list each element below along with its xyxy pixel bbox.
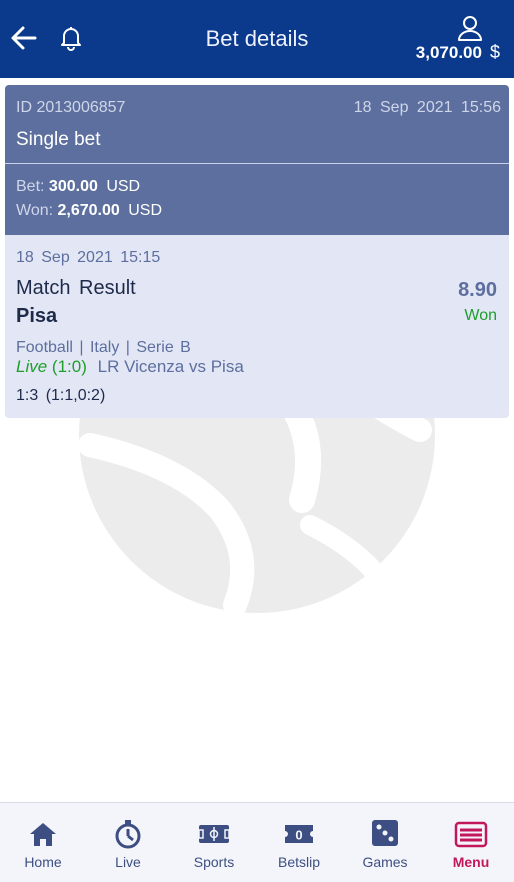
event-details: 18 Sep 2021 15:15 Match Result Pisa 8.90… bbox=[5, 235, 509, 418]
nav-home[interactable]: Home bbox=[0, 803, 86, 882]
betslip-count: 0 bbox=[295, 828, 302, 843]
match-name: LR Vicenza vs Pisa bbox=[97, 357, 244, 376]
live-label: Live bbox=[16, 357, 48, 376]
bet-type: Single bet bbox=[16, 129, 101, 150]
nav-games[interactable]: Games bbox=[342, 803, 428, 882]
event-path: Football | Italy | Serie B bbox=[16, 339, 191, 356]
won-amount: 2,670.00 bbox=[57, 202, 120, 219]
nav-sports[interactable]: Sports bbox=[171, 803, 257, 882]
bet-card: ID 2013006857 18 Sep 2021 15:56 Single b… bbox=[5, 85, 509, 418]
bet-label: Bet: bbox=[16, 178, 45, 195]
bet-header: ID 2013006857 18 Sep 2021 15:56 Single b… bbox=[5, 85, 509, 163]
top-bar: Bet details 3,070.00 $ bbox=[0, 0, 514, 78]
bottom-nav: Home Live Sports 0 Betslip Games Menu bbox=[0, 802, 514, 882]
user-icon[interactable] bbox=[456, 14, 484, 42]
bet-stake-row: Bet: 300.00 USD bbox=[16, 178, 140, 196]
won-label: Won: bbox=[16, 202, 54, 219]
home-icon bbox=[30, 823, 56, 846]
final-score: 1:3 (1:1,0:2) bbox=[16, 387, 106, 404]
dice-icon bbox=[372, 820, 398, 846]
nav-menu[interactable]: Menu bbox=[428, 803, 514, 882]
market-name: Match Result bbox=[16, 277, 136, 299]
stopwatch-icon bbox=[115, 820, 141, 849]
bet-amount: 300.00 bbox=[48, 178, 98, 195]
bet-won-row: Won: 2,670.00 USD bbox=[16, 202, 162, 220]
nav-home-label: Home bbox=[24, 854, 62, 870]
event-datetime: 18 Sep 2021 15:15 bbox=[16, 249, 161, 266]
ticket-icon: 0 bbox=[285, 825, 313, 843]
nav-games-label: Games bbox=[362, 854, 408, 870]
nav-sports-label: Sports bbox=[193, 854, 235, 870]
account-balance[interactable]: 3,070.00 $ bbox=[416, 42, 500, 63]
bet-amounts: Bet: 300.00 USD Won: 2,670.00 USD bbox=[5, 164, 509, 235]
nav-live[interactable]: Live bbox=[85, 803, 171, 882]
won-currency: USD bbox=[128, 202, 163, 219]
bet-id: ID 2013006857 bbox=[16, 99, 126, 116]
status-badge: Won bbox=[464, 307, 497, 324]
menu-icon bbox=[454, 821, 488, 848]
selection-name: Pisa bbox=[16, 305, 58, 327]
match-line: Live (1:0) LR Vicenza vs Pisa bbox=[16, 357, 244, 377]
odds-value: 8.90 bbox=[458, 279, 497, 301]
balance-amount: 3,070.00 bbox=[415, 43, 482, 62]
balance-currency: $ bbox=[489, 42, 500, 62]
field-icon bbox=[198, 825, 230, 843]
nav-betslip[interactable]: 0 Betslip bbox=[256, 803, 342, 882]
nav-betslip-label: Betslip bbox=[277, 854, 321, 870]
live-score: (1:0) bbox=[51, 357, 87, 376]
nav-menu-label: Menu bbox=[452, 854, 490, 870]
bet-currency: USD bbox=[106, 178, 141, 195]
bet-datetime: 18 Sep 2021 15:56 bbox=[353, 99, 501, 116]
nav-live-label: Live bbox=[115, 854, 141, 870]
